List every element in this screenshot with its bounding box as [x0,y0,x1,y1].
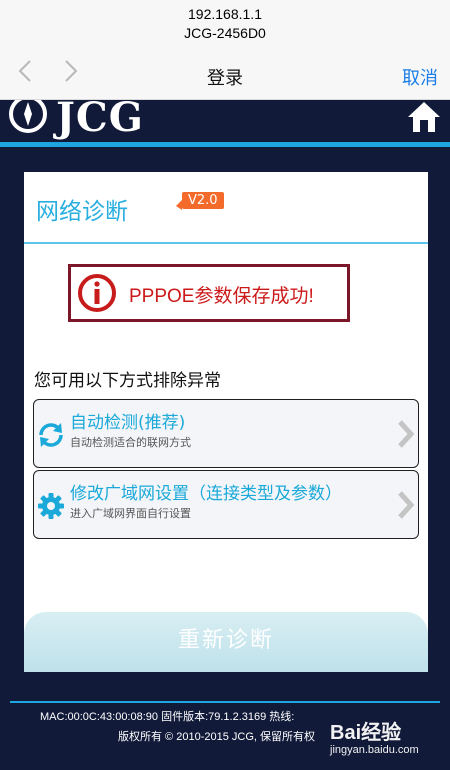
logo-icon [9,100,47,133]
option-title: 自动检测(推荐) [70,413,186,433]
title-divider [24,242,428,244]
header-divider [0,142,450,147]
rediagnose-button[interactable]: 重新诊断 [24,612,428,672]
cancel-button[interactable]: 取消 [402,64,438,90]
chevron-right-icon [398,491,415,519]
device-info: MAC:00:0C:43:00:08:90 固件版本:79.1.2.3169 热… [40,708,294,724]
home-icon[interactable] [406,100,442,134]
watermark-logo: Bai经验 [330,722,402,744]
version-badge: V2.0 [176,192,224,210]
wan-settings-option[interactable]: 修改广域网设置（连接类型及参数） 进入广域网界面自行设置 [33,470,419,539]
nav-title: 登录 [207,68,243,89]
chevron-right-icon [398,420,415,448]
device-info-text: MAC:00:0C:43:00:08:90 固件版本:79.1.2.3169 热… [40,711,295,723]
app-header: JCG [0,94,450,148]
browser-page-title: JCG-2456D0 [184,25,266,41]
option-title: 修改广域网设置（连接类型及参数） [70,484,342,504]
watermark-url: jingyan.baidu.com [330,744,419,756]
footer-divider [10,701,440,703]
refresh-icon [39,423,63,447]
option-subtitle: 自动检测适合的联网方式 [70,436,191,449]
hint-text: 您可用以下方式排除异常 [34,371,221,391]
success-message-box: PPPOE参数保存成功! [68,264,350,322]
gear-icon [38,493,64,519]
diagnosis-card: 网络诊断 V2.0 PPPOE参数保存成功! 您可用以下方式排除异常 自动检测(… [24,172,428,672]
auto-detect-option[interactable]: 自动检测(推荐) 自动检测适合的联网方式 [33,399,419,468]
browser-bar: 192.168.1.1 JCG-2456D0 登录 取消 [0,0,450,100]
copyright-text: 版权所有 © 2010-2015 JCG, 保留所有权 [118,731,315,743]
success-message: PPPOE参数保存成功! [129,286,314,307]
card-title: 网络诊断 [36,199,128,225]
info-icon [78,274,116,312]
option-subtitle: 进入广域网界面自行设置 [70,507,191,520]
watermark: Bai经验 jingyan.baidu.com [330,716,448,766]
browser-host: 192.168.1.1 [188,6,262,22]
brand-logo-text: JCG [56,94,144,141]
